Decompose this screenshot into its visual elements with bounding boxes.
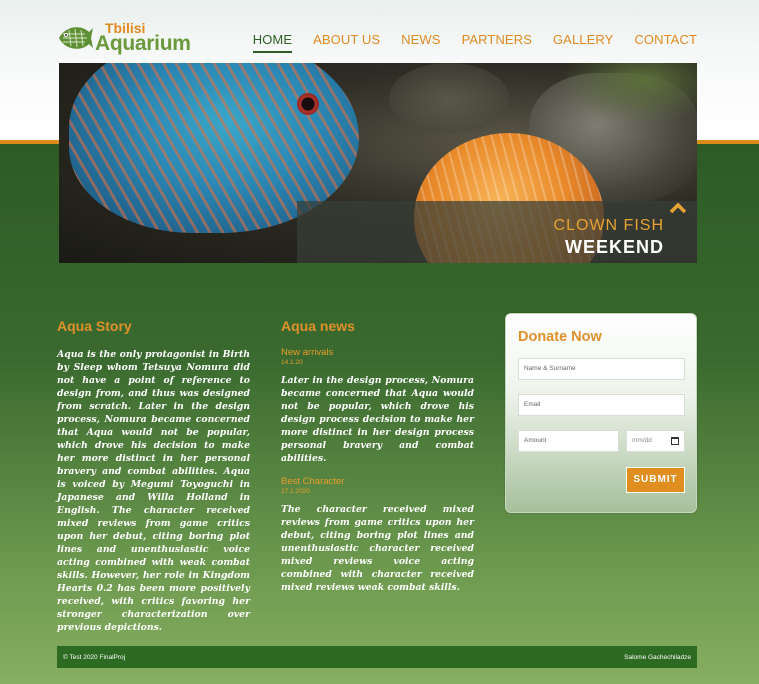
hero-caption: CLOWN FISH WEEKEND [297, 201, 697, 263]
nav-about-us[interactable]: ABOUT US [313, 32, 380, 53]
hero-rock [389, 63, 509, 133]
hero-fish-eye [297, 93, 319, 115]
news-item-date: 27.1.2020 [281, 488, 310, 495]
news-item-date: 14.1.20 [281, 359, 303, 366]
logo-text: Tbilisi Aquarium [95, 20, 195, 56]
nav-home[interactable]: HOME [252, 32, 293, 53]
hero-caption-title: CLOWN FISH [553, 217, 664, 234]
news-item: Best Character 27.1.2020 The character r… [281, 476, 474, 594]
nav-partners[interactable]: PARTNERS [462, 32, 532, 53]
donate-title: Donate Now [518, 329, 602, 345]
main-nav: HOME ABOUT US NEWS PARTNERS GALLERY CONT… [232, 32, 697, 53]
chevron-up-icon[interactable] [669, 201, 687, 215]
nav-news[interactable]: NEWS [401, 32, 440, 53]
news-item: New arrivals 14.1.20 Later in the design… [281, 347, 474, 465]
footer: © Test 2020 FinalProj Salome Gachechilad… [57, 646, 697, 668]
news-title: Aqua news [281, 318, 355, 334]
date-field[interactable]: mm/dd [626, 430, 685, 452]
story-section: Aqua Story Aqua is the only protagonist … [57, 318, 250, 634]
nav-contact[interactable]: CONTACT [634, 32, 697, 53]
news-item-title[interactable]: Best Character [281, 476, 474, 487]
donate-form: Donate Now Name & Surname Email Amount m… [505, 313, 697, 513]
date-placeholder: mm/dd [632, 437, 652, 444]
site-logo[interactable]: Tbilisi Aquarium [57, 20, 197, 56]
submit-button[interactable]: SUBMIT [626, 467, 685, 493]
calendar-icon[interactable] [671, 437, 679, 445]
footer-copyright: © Test 2020 FinalProj [63, 654, 126, 661]
hero-banner[interactable]: CLOWN FISH WEEKEND [59, 63, 697, 263]
nav-gallery[interactable]: GALLERY [553, 32, 613, 53]
fish-icon [57, 22, 93, 54]
hero-plant [559, 63, 697, 123]
logo-title: Aquarium [95, 32, 191, 55]
news-section: Aqua news New arrivals 14.1.20 Later in … [281, 318, 474, 593]
story-text: Aqua is the only protagonist in Birth by… [57, 349, 250, 633]
news-item-title[interactable]: New arrivals [281, 347, 474, 358]
news-item-text: Later in the design process, Nomura beca… [281, 375, 474, 464]
hero-caption-subtitle: WEEKEND [564, 237, 664, 257]
story-title: Aqua Story [57, 318, 132, 334]
email-field[interactable]: Email [518, 394, 685, 416]
news-item-text: The character received mixed reviews fro… [281, 504, 474, 593]
name-field[interactable]: Name & Surname [518, 358, 685, 380]
amount-field[interactable]: Amount [518, 430, 619, 452]
footer-author: Salome Gachechiladze [624, 654, 691, 661]
